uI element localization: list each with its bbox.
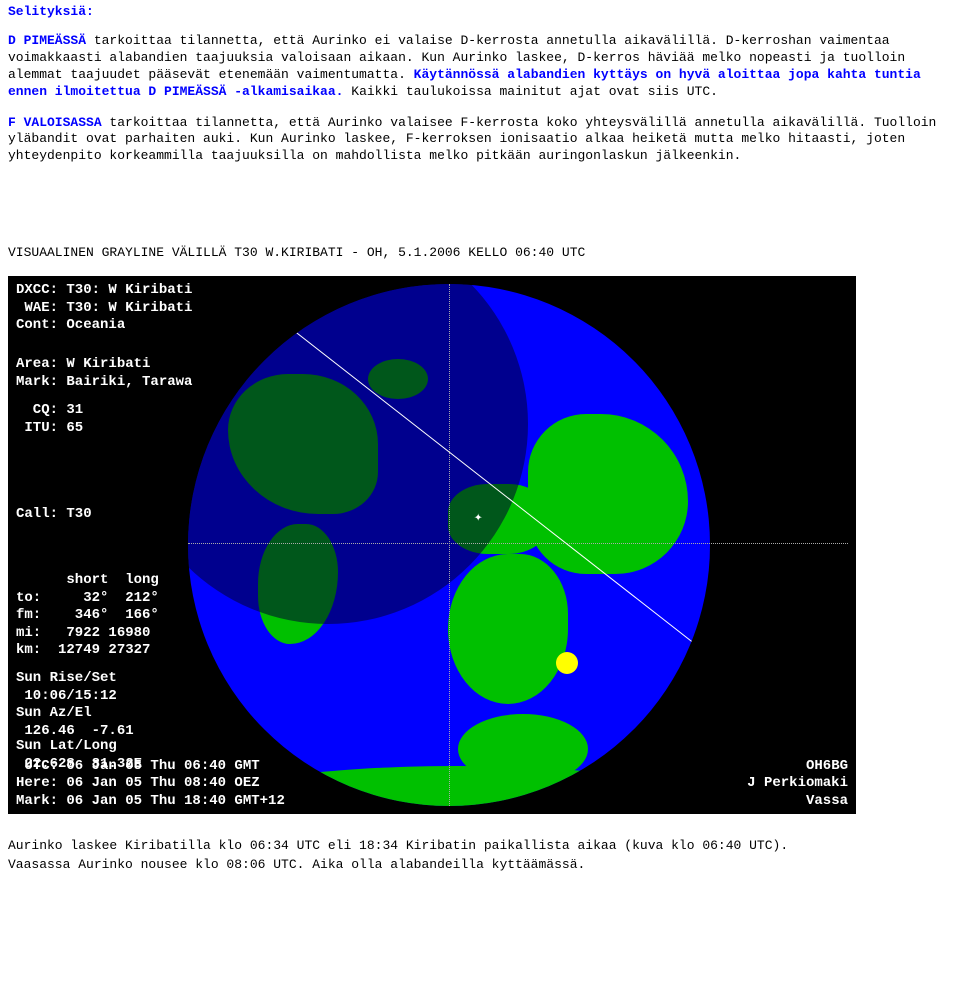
map-path-block: short long to: 32° 212° fm: 346° 166° mi… (16, 572, 159, 660)
map-sun-block: Sun Rise/Set 10:06/15:12 Sun Az/El 126.4… (16, 670, 134, 740)
map-author-block: OH6BG J Perkiomaki Vassa (747, 758, 848, 811)
axis-vertical (449, 284, 450, 806)
landmass-antarctica (248, 766, 668, 806)
sun-icon (558, 654, 576, 672)
map-cq-block: CQ: 31 ITU: 65 (16, 402, 83, 437)
landmass-africa (448, 554, 568, 704)
paragraph-d-pimeassa: D PIMEÄSSÄ tarkoittaa tilannetta, että A… (8, 33, 952, 101)
map-caption-below-1: Aurinko laskee Kiribatilla klo 06:34 UTC… (8, 838, 952, 855)
term-f-valoisassa: F VALOISASSA (8, 115, 102, 130)
home-marker-icon: ✦ (474, 509, 482, 526)
map-call-block: Call: T30 (16, 506, 92, 524)
map-time-block: UTC: 06 Jan 05 Thu 06:40 GMT Here: 06 Ja… (16, 758, 285, 811)
map-caption-above: VISUAALINEN GRAYLINE VÄLILLÄ T30 W.KIRIB… (8, 245, 952, 262)
para1-text2: Kaikki taulukoissa mainitut ajat ovat si… (343, 84, 717, 99)
axis-horizontal (188, 543, 848, 544)
section-header: Selityksiä: (8, 4, 952, 19)
map-area-block: Area: W Kiribati Mark: Bairiki, Tarawa (16, 356, 192, 391)
target-marker-icon (678, 404, 692, 418)
landmass-asia (528, 414, 688, 574)
map-caption-below-2: Vaasassa Aurinko nousee klo 08:06 UTC. A… (8, 857, 952, 872)
paragraph-f-valoisassa: F VALOISASSA tarkoittaa tilannetta, että… (8, 115, 952, 166)
para2-text: tarkoittaa tilannetta, että Aurinko vala… (8, 115, 936, 164)
term-d-pimeassa: D PIMEÄSSÄ (8, 33, 86, 48)
map-dxcc-block: DXCC: T30: W Kiribati WAE: T30: W Kiriba… (16, 282, 192, 335)
grayline-map: ✦ DXCC: T30: W Kiribati WAE: T30: W Kiri… (8, 276, 856, 814)
